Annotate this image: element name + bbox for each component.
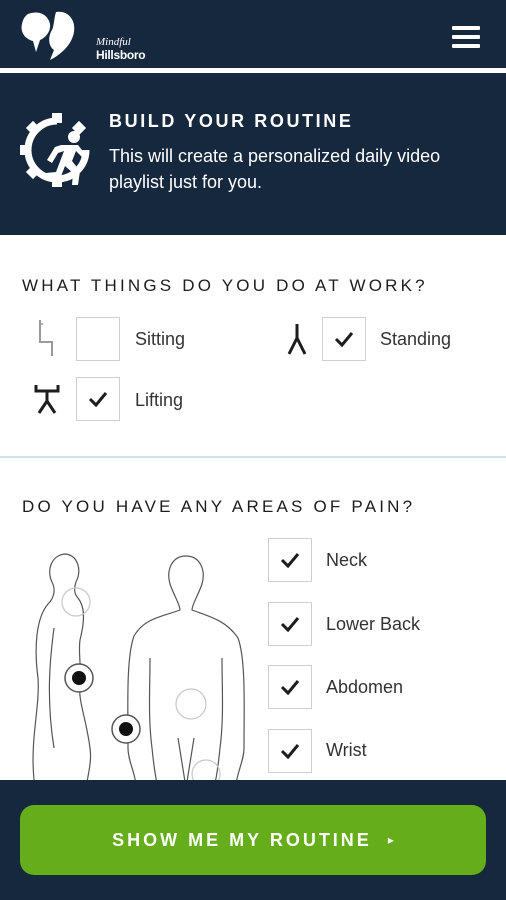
sitting-figure-icon bbox=[39, 320, 53, 356]
check-icon bbox=[88, 392, 108, 408]
check-icon bbox=[280, 680, 300, 696]
abdomen-label: Abdomen bbox=[326, 677, 404, 697]
show-routine-label: SHOW ME MY ROUTINE bbox=[112, 830, 372, 850]
sitting-checkbox[interactable] bbox=[76, 317, 120, 361]
wrist-checkbox[interactable] bbox=[268, 729, 312, 773]
work-question: WHAT THINGS DO YOU DO AT WORK? bbox=[22, 276, 428, 295]
check-icon bbox=[280, 744, 300, 760]
sitting-label: Sitting bbox=[135, 329, 186, 349]
gear-runner-icon bbox=[20, 113, 90, 187]
lifting-checkbox[interactable] bbox=[76, 377, 120, 421]
front-view-body bbox=[127, 555, 245, 785]
body-diagram bbox=[32, 553, 245, 788]
mindful-hillsboro-logo[interactable]: Mindful Hillsboro bbox=[20, 10, 146, 62]
logo-line2: Hillsboro bbox=[96, 48, 146, 62]
lower-back-checkbox[interactable] bbox=[268, 602, 312, 646]
wrist-label: Wrist bbox=[326, 740, 367, 760]
check-icon bbox=[280, 553, 300, 569]
neck-checkbox[interactable] bbox=[268, 538, 312, 582]
standing-figure-icon bbox=[287, 324, 307, 355]
lifting-figure-icon bbox=[34, 385, 60, 414]
neck-marker bbox=[61, 587, 91, 617]
show-routine-button[interactable]: SHOW ME MY ROUTINE ▸ bbox=[20, 805, 486, 875]
hamburger-menu-icon[interactable] bbox=[452, 26, 480, 50]
check-icon bbox=[280, 617, 300, 633]
pain-question: DO YOU HAVE ANY AREAS OF PAIN? bbox=[22, 497, 416, 516]
hero-subtitle: This will create a personalized daily vi… bbox=[109, 146, 441, 192]
lifting-label: Lifting bbox=[135, 390, 184, 410]
logo-mark-icon bbox=[21, 11, 75, 60]
standing-label: Standing bbox=[380, 329, 452, 349]
lower-back-label: Lower Back bbox=[326, 614, 421, 634]
check-icon bbox=[334, 332, 354, 348]
logo-text: Mindful Hillsboro bbox=[96, 36, 146, 62]
abdomen-checkbox[interactable] bbox=[268, 665, 312, 709]
neck-label: Neck bbox=[326, 550, 368, 570]
play-arrow-icon: ▸ bbox=[387, 833, 394, 847]
abdomen-marker bbox=[175, 688, 207, 720]
section-divider bbox=[0, 456, 506, 458]
hero-title: BUILD YOUR ROUTINE bbox=[109, 111, 354, 131]
footer-bar: SHOW ME MY ROUTINE ▸ bbox=[0, 780, 506, 900]
app-header: Mindful Hillsboro bbox=[0, 0, 506, 68]
hero-banner: BUILD YOUR ROUTINE This will create a pe… bbox=[0, 73, 506, 235]
standing-checkbox[interactable] bbox=[322, 317, 366, 361]
